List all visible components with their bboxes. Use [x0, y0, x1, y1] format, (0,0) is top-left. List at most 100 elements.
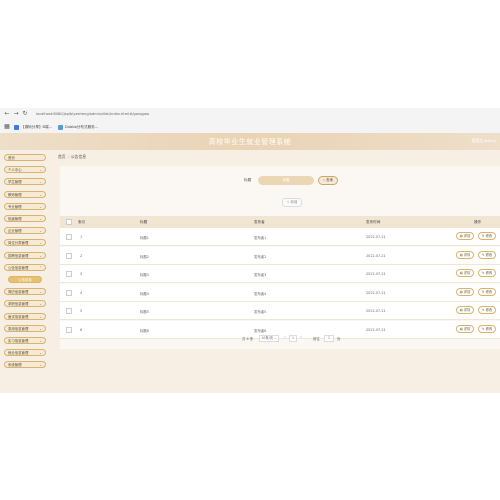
sidebar-item-label: 面试信息管理	[8, 314, 29, 319]
sidebar-item[interactable]: 求职信息管理 ⌄	[4, 300, 46, 308]
table-row[interactable]: 4 标题4 发布者4 2022-07-21 ▤ 详情 ✎ 修改	[60, 283, 500, 302]
pager-page[interactable]: 1	[289, 335, 297, 342]
row-checkbox[interactable]	[66, 326, 72, 333]
breadcrumb-separator: /	[67, 154, 69, 159]
detail-button[interactable]: ▤ 详情	[456, 287, 474, 296]
cell-publisher: 发布者3	[254, 273, 267, 277]
cell-index: 4	[80, 290, 83, 295]
table-row[interactable]: 1 标题1 发布者1 2022-07-21 ▤ 详情 ✎ 修改	[60, 228, 500, 246]
header-action: 操作	[474, 220, 482, 224]
edit-icon: ✎	[481, 308, 485, 312]
pager-total: 共 6 条	[242, 337, 254, 341]
pager-size-select[interactable]: 10条/页 ⌄	[259, 335, 279, 342]
sidebar-item[interactable]: 专业管理 ⌄	[4, 202, 46, 210]
select-all-checkbox[interactable]	[66, 219, 72, 225]
search-input[interactable]: 标题	[258, 176, 314, 185]
sidebar-item[interactable]: 招聘信息管理 ⌄	[4, 251, 46, 259]
edit-button[interactable]: ✎ 修改	[478, 250, 496, 259]
detail-button[interactable]: ▤ 详情	[456, 306, 474, 314]
header-title: 标题	[140, 220, 148, 224]
sidebar-item[interactable]: 系统管理 ⌄	[4, 361, 46, 369]
sidebar-item[interactable]: 企业管理 ⌄	[4, 227, 46, 235]
sidebar-item-label: 公告信息	[18, 278, 32, 282]
sidebar-item[interactable]: 简历信息管理 ⌄	[4, 288, 46, 296]
pager-prev[interactable]: ‹	[282, 335, 288, 342]
sidebar-subitem[interactable]: 公告信息	[8, 276, 42, 283]
cell-time: 2022-07-21	[366, 272, 386, 276]
bookmark-item[interactable]: 【源码分享】B端...	[14, 123, 52, 131]
sidebar-item-label: 系统管理	[8, 363, 22, 368]
edit-button[interactable]: ✎ 修改	[478, 306, 496, 314]
detail-button[interactable]: ▤ 详情	[456, 232, 474, 240]
app-window: 高校毕业生就业管理系统 管理员 admin 首页 个人中心 ⌄ 学生管理 ⌄ 教师管理 ⌄ 专…	[0, 133, 500, 393]
cell-time: 2022-07-21	[366, 327, 386, 332]
sidebar-item-label: 个人中心	[8, 168, 22, 173]
table-row[interactable]: 3 标题3 发布者3 2022-07-21 ▤ 详情 ✎ 修改	[60, 265, 500, 283]
edit-button[interactable]: ✎ 修改	[478, 287, 496, 296]
sidebar-item-label: 首页	[8, 156, 15, 160]
chevron-down-icon: ⌄	[39, 180, 42, 185]
detail-icon: ▤	[459, 234, 463, 238]
chevron-down-icon: ⌄	[39, 290, 42, 295]
table-row[interactable]: 5 标题5 发布者5 2022-07-21 ▤ 详情 ✎ 修改	[60, 302, 500, 320]
pager-next[interactable]: ›	[298, 335, 304, 342]
pager-page-unit: 页	[337, 337, 341, 341]
url-bar[interactable]: localhost:8080/jsp/biyesheng/admin/dist/…	[36, 110, 149, 118]
detail-button[interactable]: ▤ 详情	[456, 250, 474, 259]
sidebar-item[interactable]: 首页	[4, 154, 46, 161]
content-panel: 标题 标题 ⌕ 查询 + 新增 索引 标题 发布者 发布时间 操作 1 标题1 发布…	[60, 166, 500, 349]
cell-title: 标题1	[140, 236, 149, 240]
detail-icon: ▤	[459, 326, 463, 331]
breadcrumb-home[interactable]: 首页	[58, 154, 66, 159]
back-icon[interactable]: ←	[3, 110, 11, 118]
header-time: 发布时间	[366, 220, 381, 224]
add-button[interactable]: + 新增	[282, 198, 302, 207]
chevron-down-icon: ⌄	[39, 314, 42, 319]
pager-goto-input[interactable]: 1	[324, 335, 334, 342]
edit-button[interactable]: ✎ 修改	[478, 269, 496, 277]
row-checkbox[interactable]	[66, 289, 72, 296]
chevron-down-icon: ⌄	[39, 363, 42, 368]
edit-button[interactable]: ✎ 修改	[478, 232, 496, 240]
cell-time: 2022-07-21	[366, 290, 386, 295]
pager-goto-label: 前往	[313, 337, 320, 341]
row-checkbox[interactable]	[66, 308, 72, 314]
sidebar-item[interactable]: 个人中心 ⌄	[4, 166, 46, 174]
chevron-down-icon: ⌄	[39, 229, 42, 234]
cell-publisher: 发布者6	[254, 328, 267, 333]
sidebar-item[interactable]: 面试信息管理 ⌄	[4, 312, 46, 320]
row-checkbox[interactable]	[66, 234, 72, 240]
edit-button[interactable]: ✎ 修改	[478, 324, 496, 333]
sidebar-item[interactable]: 公告信息管理 ⌃	[4, 263, 46, 271]
main-content: 首页 / 公告信息 标题 标题 ⌕ 查询 + 新增 索引 标题 发布者 发布时间 操…	[56, 150, 500, 393]
row-checkbox[interactable]	[66, 271, 72, 277]
sidebar-item[interactable]: 班级管理 ⌄	[4, 215, 46, 222]
row-checkbox[interactable]	[66, 252, 72, 259]
detail-button[interactable]: ▤ 详情	[456, 324, 474, 333]
detail-icon: ▤	[459, 252, 463, 257]
cell-publisher: 发布者4	[254, 291, 267, 296]
header-index: 索引	[78, 220, 86, 224]
detail-button[interactable]: ▤ 详情	[456, 269, 474, 277]
edit-icon: ✎	[481, 234, 485, 238]
sidebar-item[interactable]: 教师管理 ⌄	[4, 190, 46, 198]
sidebar-item[interactable]: 录用信息管理 ⌄	[4, 324, 46, 332]
sidebar-item[interactable]: 岗位分类管理 ⌄	[4, 239, 46, 247]
sidebar-item[interactable]: 学生管理 ⌄	[4, 178, 46, 186]
forward-icon[interactable]: →	[12, 110, 20, 118]
cell-title: 标题4	[140, 291, 149, 296]
reload-icon[interactable]: ↻	[21, 110, 29, 118]
chevron-down-icon: ⌄	[39, 241, 42, 246]
sidebar-item[interactable]: 就业信息管理 ⌄	[4, 349, 46, 357]
cell-title: 标题5	[140, 310, 149, 314]
bookmark-item[interactable]: Dubbo分布式服务...	[58, 123, 98, 131]
table-row[interactable]: 2 标题2 发布者2 2022-07-21 ▤ 详情 ✎ 修改	[60, 246, 500, 265]
sidebar-item[interactable]: 实习信息管理 ⌄	[4, 337, 46, 344]
user-info[interactable]: 管理员 admin	[472, 138, 497, 144]
search-button[interactable]: ⌕ 查询	[318, 176, 338, 185]
cell-time: 2022-07-21	[366, 253, 386, 258]
apps-icon[interactable]: ▦	[3, 123, 11, 131]
search-icon: ⌕	[323, 178, 326, 182]
browser-chrome: ← → ↻ localhost:8080/jsp/biyesheng/admin…	[0, 108, 500, 134]
detail-icon: ▤	[459, 289, 463, 294]
